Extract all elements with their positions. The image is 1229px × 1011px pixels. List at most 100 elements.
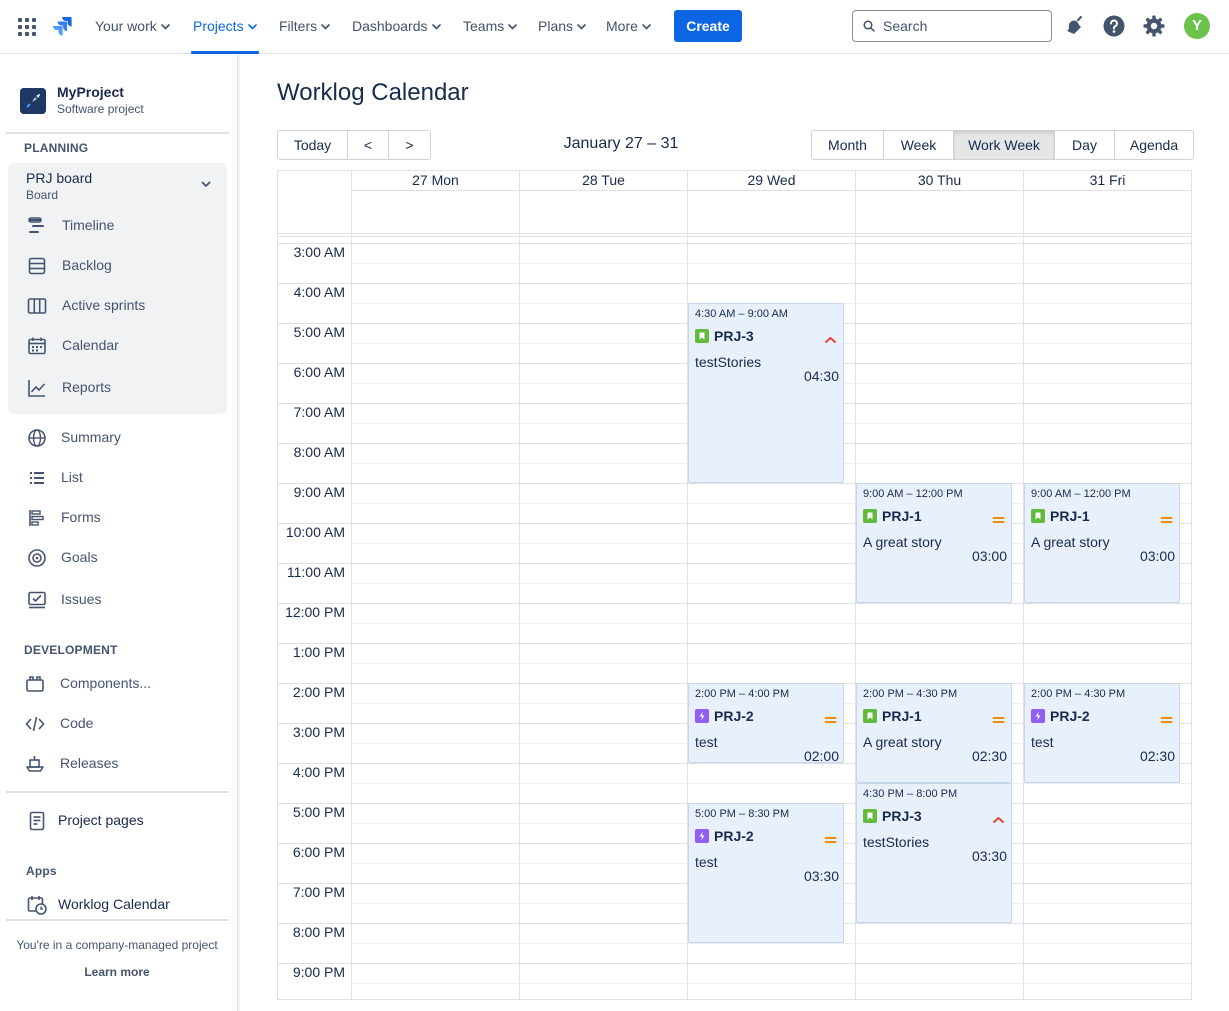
sidebar-item-goals[interactable]: Goals: [24, 546, 224, 570]
sidebar-item-label: Releases: [60, 755, 119, 771]
sidebar-item-timeline[interactable]: Timeline: [24, 214, 224, 238]
chevron-down-icon[interactable]: [200, 178, 212, 190]
sidebar-item-forms[interactable]: Forms: [24, 506, 224, 530]
all-day-cell[interactable]: [855, 191, 1023, 233]
learn-more-link[interactable]: Learn more: [0, 965, 234, 979]
sidebar-item-label: Backlog: [62, 257, 112, 273]
create-button[interactable]: Create: [674, 10, 742, 42]
half-hour-line: [351, 783, 1191, 784]
next-button[interactable]: >: [389, 131, 430, 159]
nav-filters-menu[interactable]: Filters: [279, 0, 330, 53]
worklog-event[interactable]: 2:00 PM – 4:30 PM PRJ-2 test 02:30: [1024, 683, 1180, 783]
time-label: 4:00 PM: [292, 764, 345, 780]
day-header[interactable]: 31 Fri: [1023, 171, 1191, 191]
worklog-event[interactable]: 2:00 PM – 4:30 PM PRJ-1 A great story 02:30: [856, 683, 1012, 783]
worklog-event[interactable]: 4:30 AM – 9:00 AM PRJ-3 testStories 04:30: [688, 303, 844, 483]
nav-dashboards-menu[interactable]: Dashboards: [352, 0, 441, 53]
half-hour-line: [351, 983, 1191, 984]
sidebar-item-active-sprints[interactable]: Active sprints: [24, 294, 224, 318]
user-avatar[interactable]: Y: [1184, 13, 1210, 39]
time-label: 8:00 PM: [292, 924, 345, 940]
day-header[interactable]: 29 Wed: [687, 171, 855, 191]
view-month-button[interactable]: Month: [812, 131, 884, 159]
half-hour-line: [351, 943, 1191, 944]
calendar-icon: [28, 337, 46, 355]
view-day-button[interactable]: Day: [1055, 131, 1115, 159]
all-day-cell[interactable]: [687, 191, 855, 233]
logged-duration: 03:30: [971, 848, 1007, 864]
components-icon: [26, 676, 44, 692]
sidebar-item-label: Calendar: [62, 337, 119, 353]
day-header[interactable]: 28 Tue: [519, 171, 687, 191]
notifications-icon[interactable]: [1062, 14, 1086, 38]
project-pages-icon: [29, 811, 45, 831]
list-icon: [30, 472, 44, 484]
half-hour-line: [351, 263, 1191, 264]
nav-label: Dashboards: [352, 18, 428, 34]
divider: [6, 132, 229, 134]
view-week-button[interactable]: Week: [884, 131, 954, 159]
time-label: 1:00 PM: [292, 644, 345, 660]
sidebar-item-project-pages[interactable]: Project pages: [24, 809, 224, 833]
sidebar-item-reports[interactable]: Reports: [24, 376, 224, 400]
logged-duration: 02:30: [1139, 748, 1175, 764]
time-label: 5:00 PM: [292, 804, 345, 820]
day-column[interactable]: [1023, 233, 1191, 999]
worklog-event[interactable]: 9:00 AM – 12:00 PM PRJ-1 A great story 03:0…: [1024, 483, 1180, 603]
issues-icon: [28, 591, 46, 609]
search-box[interactable]: [852, 10, 1052, 42]
nav-your-work-menu[interactable]: Your work: [95, 0, 170, 53]
sidebar-item-summary[interactable]: Summary: [24, 426, 224, 450]
subtask-type-icon: [1031, 709, 1045, 723]
worklog-event[interactable]: 4:30 PM – 8:00 PM PRJ-3 testStories 03:30: [856, 783, 1012, 923]
event-time-range: 2:00 PM – 4:00 PM: [695, 688, 790, 700]
jira-logo-icon[interactable]: [50, 14, 74, 38]
nav-more-menu[interactable]: More: [606, 0, 651, 53]
previous-button[interactable]: <: [348, 131, 389, 159]
sidebar-item-worklog-calendar[interactable]: Worklog Calendar: [24, 893, 224, 917]
sidebar-item-backlog[interactable]: Backlog: [24, 254, 224, 278]
help-icon[interactable]: [1102, 14, 1126, 38]
all-day-cell[interactable]: [519, 191, 687, 233]
day-header[interactable]: 30 Thu: [855, 171, 1023, 191]
settings-icon[interactable]: [1142, 14, 1166, 38]
day-header[interactable]: 27 Mon: [351, 171, 519, 191]
sidebar-item-list[interactable]: List: [24, 466, 224, 490]
nav-label: Teams: [463, 18, 505, 34]
app-switcher-icon[interactable]: [16, 16, 38, 38]
sidebar-item-calendar[interactable]: Calendar: [24, 334, 224, 358]
time-label: 7:00 PM: [292, 884, 345, 900]
time-label: 2:00 PM: [292, 684, 345, 700]
story-type-icon: [863, 809, 877, 823]
nav-teams-menu[interactable]: Teams: [463, 0, 518, 53]
search-input[interactable]: [883, 11, 1043, 41]
board-selector-subtitle: Board: [26, 188, 59, 202]
half-hour-line: [351, 623, 1191, 624]
day-column[interactable]: [519, 233, 687, 999]
time-label: 9:00 AM: [293, 484, 345, 500]
sidebar-item-code[interactable]: Code: [22, 712, 222, 736]
nav-label: Plans: [538, 18, 574, 34]
divider: [6, 791, 229, 793]
today-button[interactable]: Today: [278, 131, 348, 159]
nav-label: Projects: [193, 18, 244, 34]
time-label: 7:00 AM: [293, 404, 345, 420]
issue-summary: A great story: [863, 734, 942, 750]
hour-line: [278, 643, 1191, 644]
view-agenda-button[interactable]: Agenda: [1115, 131, 1193, 159]
all-day-cell[interactable]: [1023, 191, 1191, 233]
view-work-week-button[interactable]: Work Week: [954, 131, 1055, 159]
board-selector-title[interactable]: PRJ board: [26, 170, 92, 186]
all-day-cell[interactable]: [351, 191, 519, 233]
sidebar-item-issues[interactable]: Issues: [24, 588, 224, 612]
worklog-event[interactable]: 5:00 PM – 8:30 PM PRJ-2 test 03:30: [688, 803, 844, 943]
day-column[interactable]: [351, 233, 519, 999]
sidebar-item-components[interactable]: Components...: [22, 672, 222, 696]
nav-plans-menu[interactable]: Plans: [538, 0, 586, 53]
sidebar-item-releases[interactable]: Releases: [22, 752, 222, 776]
worklog-event[interactable]: 9:00 AM – 12:00 PM PRJ-1 A great story 03:0…: [856, 483, 1012, 603]
sidebar-item-label: Components...: [60, 675, 152, 691]
subtask-type-icon: [695, 829, 709, 843]
worklog-event[interactable]: 2:00 PM – 4:00 PM PRJ-2 test 02:00: [688, 683, 844, 763]
nav-projects-menu[interactable]: Projects: [191, 0, 259, 54]
